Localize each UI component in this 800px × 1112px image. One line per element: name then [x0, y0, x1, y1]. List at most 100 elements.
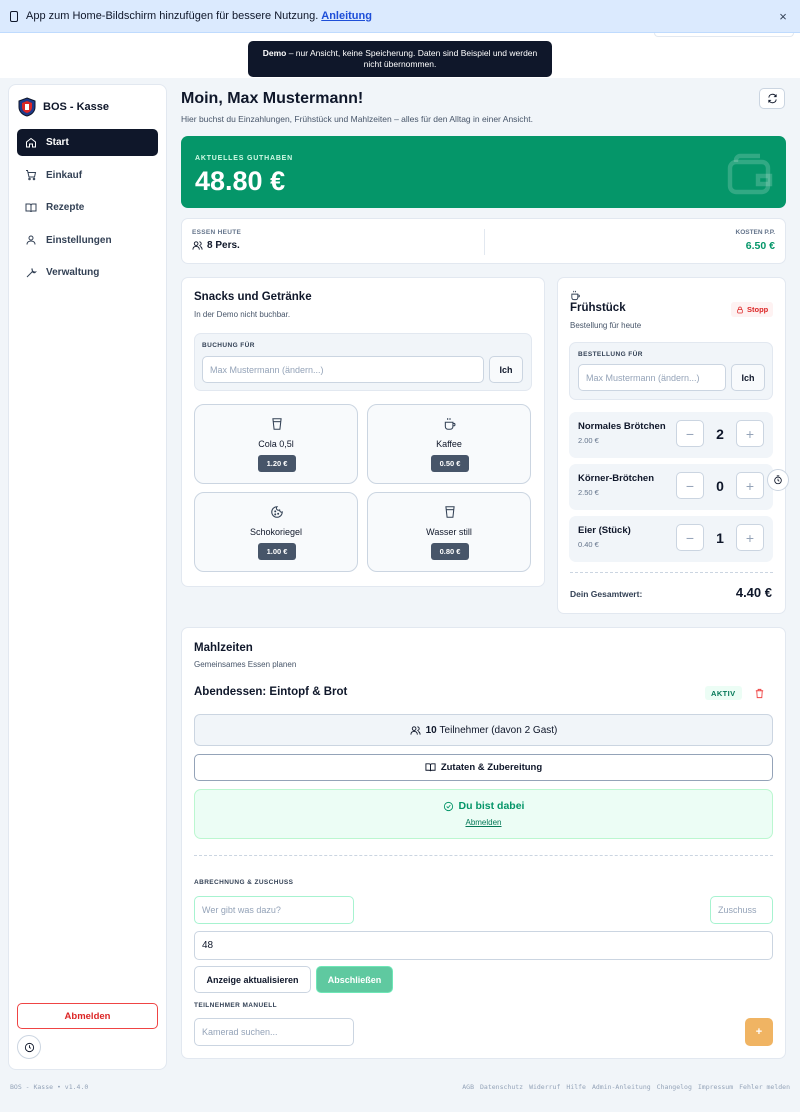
fruehstueck-order-label: BESTELLUNG FÜR — [578, 351, 643, 358]
increment-button[interactable]: + — [736, 420, 764, 447]
increment-button[interactable]: + — [736, 472, 764, 499]
decrement-button[interactable]: − — [676, 420, 704, 447]
refresh-button[interactable] — [759, 88, 785, 109]
participants-bar[interactable]: 10 Teilnehmer (davon 2 Gast) — [194, 714, 773, 746]
member-search-input[interactable]: Kamerad suchen... — [194, 1018, 354, 1046]
participants-text: Teilnehmer (davon 2 Gast) — [439, 724, 558, 736]
theme-toggle-button[interactable] — [17, 1035, 41, 1059]
decrement-button[interactable]: − — [676, 524, 704, 551]
footer-link-admin[interactable]: Admin-Anleitung — [592, 1083, 651, 1091]
footer-link-agb[interactable]: AGB — [462, 1083, 474, 1091]
breakfast-item-qty: 1 — [716, 529, 724, 546]
demo-toast: Demo – nur Ansicht, keine Speicherung. D… — [248, 41, 552, 77]
balance-card: AKTUELLES GUTHABEN 48.80 € — [181, 136, 786, 208]
footer-link-impressum[interactable]: Impressum — [698, 1083, 733, 1091]
add-participant-button[interactable]: + — [745, 1018, 773, 1046]
recipe-button[interactable]: Zutaten & Zubereitung — [194, 754, 773, 781]
floating-timer-button[interactable] — [767, 469, 789, 491]
snack-tile[interactable]: Cola 0,5l 1.20 € — [194, 404, 358, 484]
cookie-icon — [271, 506, 283, 518]
sidebar-logout-button[interactable]: Abmelden — [17, 1003, 158, 1029]
fruehstueck-divider — [570, 572, 773, 573]
breakfast-item-price: 2.50 € — [578, 488, 599, 497]
update-display-button[interactable]: Anzeige aktualisieren — [194, 966, 311, 993]
essen-heute-text: 8 Pers. — [207, 240, 240, 251]
amount-input[interactable]: 48 — [194, 931, 773, 960]
snacks-me-button[interactable]: Ich — [489, 356, 523, 383]
page-title: Moin, Max Mustermann! — [181, 90, 364, 107]
breakfast-item-name: Körner-Brötchen — [578, 473, 655, 484]
breakfast-item-qty: 0 — [716, 477, 724, 494]
sidebar-item-verwaltung[interactable]: Verwaltung — [17, 259, 158, 286]
essen-heute-label: ESSEN HEUTE — [192, 229, 242, 236]
participants-count: 10 — [425, 724, 437, 736]
brand[interactable]: BOS - Kasse — [17, 97, 109, 117]
balance-amount: 48.80 € — [195, 166, 286, 196]
footer-link-fehler[interactable]: Fehler melden — [739, 1083, 790, 1091]
snack-name: Wasser still — [426, 527, 472, 537]
increment-button[interactable]: + — [736, 524, 764, 551]
fruehstueck-total-value: 4.40 € — [735, 585, 772, 600]
snack-price: 1.20 € — [258, 455, 296, 472]
user-icon — [26, 235, 36, 245]
home-icon — [26, 137, 36, 147]
joined-panel: Du bist dabei Abmelden — [194, 789, 773, 839]
power-icon — [24, 1042, 34, 1052]
app-version: BOS - Kasse • v1.4.0 — [10, 1083, 89, 1091]
footer: BOS - Kasse • v1.4.0 AGB Datenschutz Wid… — [0, 1080, 800, 1094]
snacks-person-input[interactable]: Max Mustermann (ändern...) — [202, 356, 484, 383]
balance-label: AKTUELLES GUTHABEN — [195, 155, 294, 162]
sidebar-item-label: Rezepte — [46, 202, 85, 213]
sidebar-item-label: Einstellungen — [46, 234, 112, 246]
install-guide-link[interactable]: Anleitung — [321, 10, 372, 22]
finish-button[interactable]: Abschließen — [316, 966, 393, 993]
stats-divider — [484, 229, 485, 255]
mahlzeiten-subtitle: Gemeinsames Essen planen — [194, 660, 297, 669]
coffee-icon — [571, 290, 580, 301]
contribution-input[interactable]: Wer gibt was dazu? — [194, 896, 354, 924]
kosten-label: KOSTEN P.P. — [735, 229, 776, 236]
snack-price: 0.80 € — [431, 543, 469, 560]
stopp-badge: Stopp — [731, 302, 774, 317]
snack-tile[interactable]: Schokoriegel 1.00 € — [194, 492, 358, 572]
trash-icon[interactable] — [754, 688, 765, 699]
phone-icon — [10, 10, 18, 22]
fruehstueck-me-button[interactable]: Ich — [731, 364, 765, 391]
snack-name: Schokoriegel — [249, 527, 303, 537]
meal-divider — [194, 855, 773, 856]
fruehstueck-title: Frühstück — [570, 302, 626, 314]
footer-link-changelog[interactable]: Changelog — [657, 1083, 692, 1091]
refresh-icon — [767, 93, 777, 104]
check-circle-icon — [443, 801, 453, 811]
cart-icon — [26, 170, 37, 181]
page-subtitle: Hier buchst du Einzahlungen, Frühstück u… — [181, 114, 534, 124]
billing-label: ABRECHNUNG & ZUSCHUSS — [194, 879, 294, 886]
sidebar-item-rezepte[interactable]: Rezepte — [17, 194, 158, 221]
close-icon[interactable]: × — [776, 9, 790, 24]
zuschuss-input[interactable]: Zuschuss — [710, 896, 773, 924]
meal-leave-link[interactable]: Abmelden — [195, 818, 772, 827]
breakfast-item-row: Körner-Brötchen 2.50 € − 0 + — [569, 464, 773, 510]
users-icon — [192, 241, 203, 250]
install-banner-text: App zum Home-Bildschirm hinzufügen für b… — [26, 10, 319, 22]
snack-name: Kaffee — [436, 439, 462, 449]
wallet-icon — [727, 153, 773, 195]
cup-icon — [272, 418, 282, 430]
snacks-booking-label: BUCHUNG FÜR — [202, 342, 255, 349]
snack-name: Cola 0,5l — [258, 439, 294, 449]
footer-link-hilfe[interactable]: Hilfe — [566, 1083, 586, 1091]
decrement-button[interactable]: − — [676, 472, 704, 499]
breakfast-item-row: Eier (Stück) 0.40 € − 1 + — [569, 516, 773, 562]
sidebar-item-einkauf[interactable]: Einkauf — [17, 162, 158, 189]
footer-link-datenschutz[interactable]: Datenschutz — [480, 1083, 523, 1091]
book-icon — [425, 763, 436, 772]
footer-link-widerruf[interactable]: Widerruf — [529, 1083, 560, 1091]
fruehstueck-person-input[interactable]: Max Mustermann (ändern...) — [578, 364, 726, 391]
joined-text: Du bist dabei — [458, 800, 525, 812]
snack-tile[interactable]: Kaffee 0.50 € — [367, 404, 531, 484]
snack-tile[interactable]: Wasser still 0.80 € — [367, 492, 531, 572]
breakfast-item-price: 0.40 € — [578, 540, 599, 549]
sidebar-item-label: Einkauf — [46, 169, 83, 181]
sidebar-item-start[interactable]: Start — [17, 129, 158, 156]
sidebar-item-einstellungen[interactable]: Einstellungen — [17, 227, 158, 254]
